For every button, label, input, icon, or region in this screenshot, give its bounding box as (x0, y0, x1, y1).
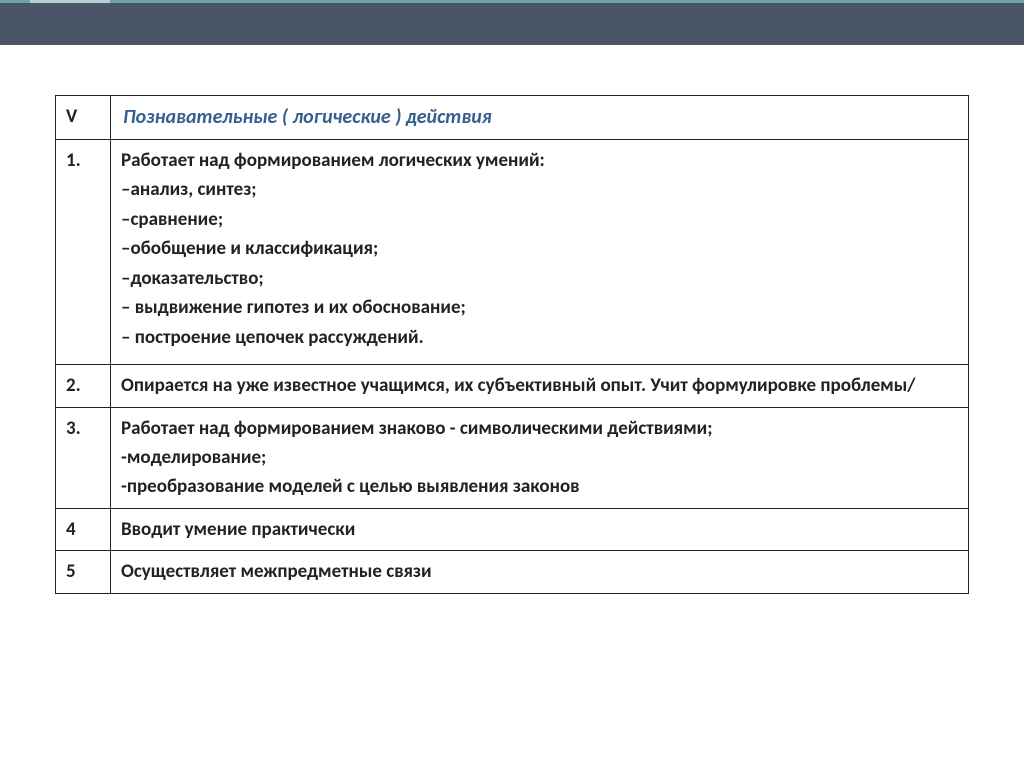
content-line: –обобщение и классификация; (121, 234, 958, 263)
content-table: V Познавательные ( логические ) действия… (55, 95, 969, 594)
table-header-row: V Познавательные ( логические ) действия (56, 96, 969, 140)
row-number: 5 (56, 551, 111, 593)
content-line: -преобразование моделей с целью выявлени… (121, 472, 958, 501)
content-line: – построение цепочек рассуждений. (121, 323, 958, 352)
row-content: Вводит умение практически (111, 508, 969, 550)
row-content: Опирается на уже известное учащимся, их … (111, 365, 969, 407)
decorative-top-bar (0, 0, 1024, 45)
table-row: 4 Вводит умение практически (56, 508, 969, 550)
row-content: Работает над формированием знаково - сим… (111, 407, 969, 508)
header-roman: V (56, 96, 111, 140)
content-line: –доказательство; (121, 264, 958, 293)
content-line: -моделирование; (121, 443, 958, 472)
row-number: 4 (56, 508, 111, 550)
row-number: 3. (56, 407, 111, 508)
row-content: Работает над формированием логических ум… (111, 140, 969, 365)
row-content: Осуществляет межпредметные связи (111, 551, 969, 593)
content-line: –анализ, синтез; (121, 175, 958, 204)
table-row: 5 Осуществляет межпредметные связи (56, 551, 969, 593)
row-number: 1. (56, 140, 111, 365)
content-line: Работает над формированием логических ум… (121, 146, 958, 175)
table-row: 1. Работает над формированием логических… (56, 140, 969, 365)
content-line: –сравнение; (121, 205, 958, 234)
table-row: 2. Опирается на уже известное учащимся, … (56, 365, 969, 407)
header-title: Познавательные ( логические ) действия (111, 96, 969, 140)
content-line: Работает над формированием знаково - сим… (121, 414, 958, 443)
table-row: 3. Работает над формированием знаково - … (56, 407, 969, 508)
slide-content: V Познавательные ( логические ) действия… (0, 45, 1024, 594)
row-number: 2. (56, 365, 111, 407)
content-line: – выдвижение гипотез и их обоснование; (121, 293, 958, 322)
